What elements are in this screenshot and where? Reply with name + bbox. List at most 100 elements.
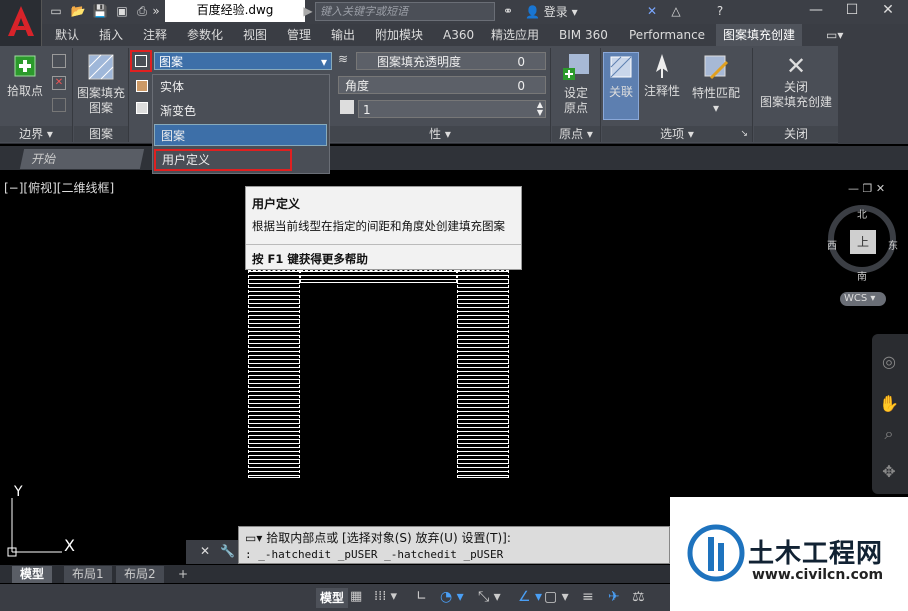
tab-insert[interactable]: 插入: [92, 24, 130, 46]
login-button[interactable]: 👤 登录 ▾: [525, 3, 578, 20]
search-input[interactable]: 键入关键字或短语: [315, 2, 495, 21]
pick-point-label: 拾取点: [6, 84, 43, 98]
close-hatch-creation-button[interactable]: ✕ 关闭 图案填充创建: [756, 52, 836, 122]
group-origin-label: 原点: [559, 127, 584, 141]
tooltip-help-prefix: 按: [252, 252, 268, 266]
a360-icon[interactable]: △: [668, 3, 684, 19]
new-file-icon[interactable]: ▭: [48, 3, 64, 19]
pick-point-icon: [14, 55, 36, 77]
viewcube-top-face[interactable]: 上: [850, 230, 876, 254]
angle-field[interactable]: 角度 0: [338, 76, 546, 94]
hatch-color-icon[interactable]: [136, 80, 148, 92]
group-close: 关闭: [754, 126, 838, 142]
application-menu-button[interactable]: [0, 0, 42, 46]
polar-icon[interactable]: ◔ ▾: [440, 589, 464, 605]
help-icon[interactable]: ?: [712, 3, 728, 19]
layout-tab-layout1[interactable]: 布局1: [64, 566, 112, 583]
tab-annotate[interactable]: 注释: [136, 24, 174, 46]
scale-field[interactable]: 1 ▲ ▼: [358, 100, 546, 118]
hatch-region-left[interactable]: [248, 270, 300, 478]
transparency-field[interactable]: 图案填充透明度 0: [356, 52, 546, 70]
set-origin-button[interactable]: 设定 原点: [554, 52, 598, 122]
binoculars-icon[interactable]: ⚭: [500, 3, 516, 19]
open-folder-icon[interactable]: 📂: [70, 3, 86, 19]
save-icon[interactable]: 💾: [92, 3, 108, 19]
group-boundary[interactable]: 边界 ▾: [0, 126, 72, 142]
group-origin[interactable]: 原点 ▾: [552, 126, 600, 142]
snap-icon[interactable]: ⁞⁞⁞ ▾: [374, 589, 397, 604]
ribbon-display-icon[interactable]: ▭▾: [826, 27, 843, 43]
ortho-icon[interactable]: ∟: [416, 589, 427, 604]
lineweight-icon[interactable]: ≡: [582, 589, 594, 605]
background-color-icon[interactable]: [136, 102, 148, 114]
object-snap-tracking-icon[interactable]: ∠ ▾: [518, 589, 542, 605]
maximize-icon[interactable]: ☐: [834, 0, 870, 22]
compass-north[interactable]: 北: [857, 206, 867, 221]
annotative-button[interactable]: 注释性: [640, 52, 684, 120]
spinner-icon[interactable]: ▲ ▼: [537, 101, 543, 117]
object-snap-icon[interactable]: ▢ ▾: [544, 589, 569, 605]
annotation-scale-icon[interactable]: ⚖: [632, 589, 645, 605]
group-properties[interactable]: 性 ▾: [330, 126, 550, 142]
hatch-region-top[interactable]: [300, 270, 457, 283]
compass-west[interactable]: 西: [827, 237, 837, 252]
group-options[interactable]: 选项 ▾ ↘: [602, 126, 752, 142]
dropdown-item-solid[interactable]: 实体: [154, 76, 327, 98]
minimize-icon[interactable]: —: [798, 0, 834, 22]
tab-default[interactable]: 默认: [48, 24, 86, 46]
tab-addins[interactable]: 附加模块: [368, 24, 430, 46]
layout-tab-model[interactable]: 模型: [12, 566, 53, 583]
tab-performance[interactable]: Performance: [622, 24, 712, 46]
dropdown-item-user-defined[interactable]: 用户定义: [154, 149, 292, 171]
viewport-window-controls[interactable]: — ❐ ✕: [848, 182, 885, 195]
tab-output[interactable]: 输出: [324, 24, 362, 46]
pan-icon[interactable]: ✋: [876, 394, 902, 420]
tab-a360[interactable]: A360: [436, 24, 481, 46]
compass-south[interactable]: 南: [857, 268, 867, 283]
hatch-type-select[interactable]: 图案 ▾: [154, 52, 332, 70]
close-window-icon[interactable]: ✕: [870, 0, 906, 22]
compass-east[interactable]: 东: [888, 237, 898, 252]
wcs-menu[interactable]: WCS ▾: [840, 292, 886, 306]
match-properties-button[interactable]: 特性匹配 ▾: [688, 52, 744, 122]
transparency-label: 图案填充透明度: [377, 55, 462, 69]
hatch-region-right[interactable]: [457, 270, 509, 478]
orbit-icon[interactable]: ✥: [876, 462, 902, 488]
select-objects-icon[interactable]: [52, 54, 66, 68]
tab-bim360[interactable]: BIM 360: [552, 24, 615, 46]
add-layout-icon[interactable]: +: [170, 566, 196, 583]
close-commandline-icon[interactable]: ✕: [200, 544, 210, 558]
steering-wheel-icon[interactable]: ◎: [876, 352, 902, 378]
customize-wrench-icon[interactable]: 🔧: [220, 544, 235, 558]
set-origin-label: 设定: [563, 86, 588, 100]
zoom-icon[interactable]: ⌕: [876, 424, 902, 450]
tab-featured-apps[interactable]: 精选应用: [484, 24, 546, 46]
separator: [550, 48, 551, 142]
saveas-icon[interactable]: ▣: [114, 3, 130, 19]
hatch-pattern-button[interactable]: 图案填充 图案: [74, 52, 128, 122]
dropdown-item-gradient[interactable]: 渐变色: [154, 100, 327, 122]
exchange-icon[interactable]: ✕: [644, 3, 660, 19]
tab-hatch-creation[interactable]: 图案填充创建: [716, 24, 803, 46]
command-line[interactable]: ▭▾ 拾取内部点或 [选择对象(S) 放弃(U) 设置(T)]: : _-hat…: [238, 526, 670, 564]
dialog-launcher-icon[interactable]: ↘: [740, 126, 748, 142]
more-qat-icon[interactable]: »: [148, 3, 164, 19]
tab-parametric[interactable]: 参数化: [180, 24, 230, 46]
layout-tab-layout2[interactable]: 布局2: [116, 566, 164, 583]
associative-button[interactable]: 关联: [603, 52, 639, 120]
expand-arrow-icon[interactable]: ▶: [300, 3, 316, 19]
remove-boundary-icon[interactable]: ✕: [52, 76, 66, 90]
model-space-button[interactable]: 模型: [316, 588, 349, 608]
annotation-monitor-icon[interactable]: ✈: [608, 589, 620, 605]
isodraft-icon[interactable]: ⤡ ▾: [478, 589, 501, 605]
dropdown-item-pattern[interactable]: 图案: [154, 124, 327, 146]
tab-view[interactable]: 视图: [236, 24, 274, 46]
grid-icon[interactable]: ▦: [350, 589, 362, 604]
pick-point-button[interactable]: 拾取点: [4, 52, 46, 106]
recreate-boundary-icon[interactable]: [52, 98, 66, 112]
tab-manage[interactable]: 管理: [280, 24, 318, 46]
viewport-controls[interactable]: [−][俯视][二维线框]: [4, 179, 114, 196]
hatch-type-icon[interactable]: [130, 50, 152, 72]
wcs-label: WCS: [844, 293, 868, 304]
file-tab-start[interactable]: 开始: [19, 149, 145, 169]
